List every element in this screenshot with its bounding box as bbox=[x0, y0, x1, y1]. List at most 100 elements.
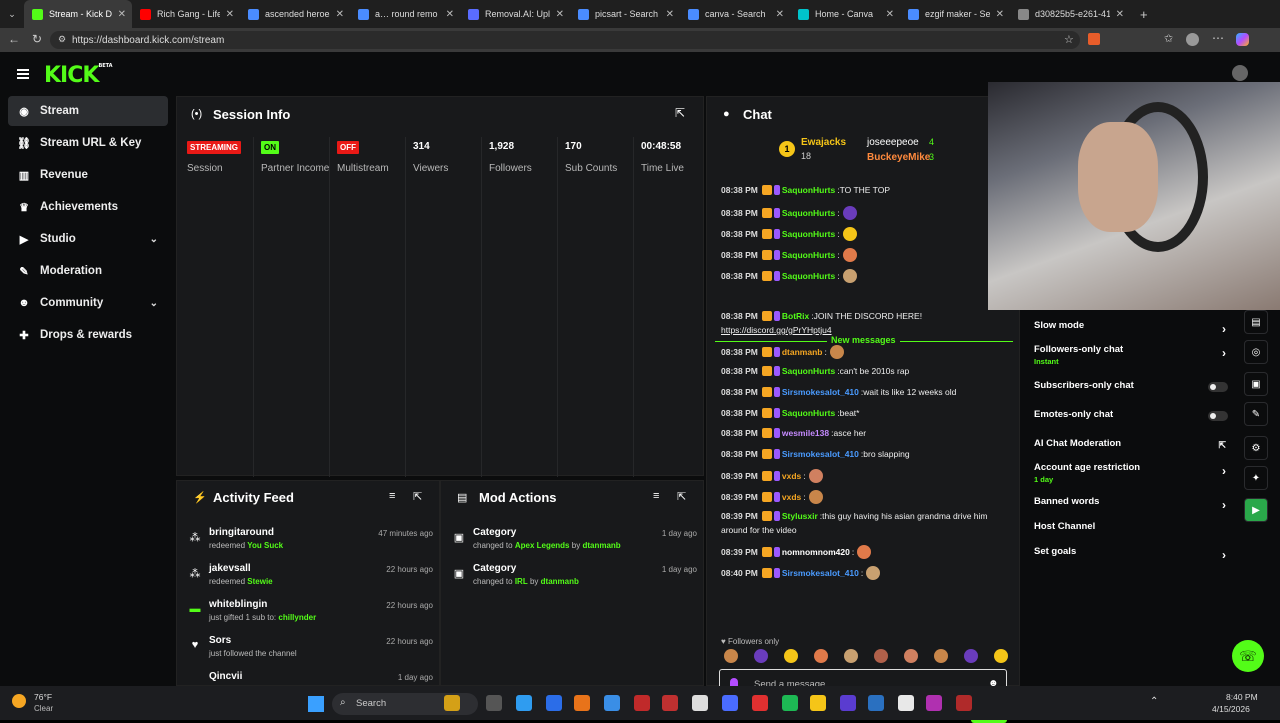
chat-username[interactable]: wesmile138 bbox=[782, 428, 829, 438]
browser-tab[interactable]: ezgif maker - Search ✕ bbox=[900, 0, 1010, 28]
emote-option[interactable] bbox=[904, 649, 918, 663]
browser-tab[interactable]: ascended heroes log ✕ bbox=[240, 0, 350, 28]
chat-setting-subscribers-only-chat[interactable]: Subscribers-only chat bbox=[1034, 380, 1232, 404]
chat-message[interactable]: 08:38 PM SaquonHurts: TO THE TOP bbox=[721, 185, 890, 195]
sidebar-item-stream[interactable]: ◉ Stream bbox=[8, 96, 168, 126]
close-tab-icon[interactable]: ✕ bbox=[886, 9, 894, 20]
activity-user[interactable]: Sors bbox=[209, 635, 231, 646]
emote-option[interactable] bbox=[724, 649, 738, 663]
more-menu-icon[interactable]: ⋯ bbox=[1212, 31, 1224, 45]
close-tab-icon[interactable]: ✕ bbox=[336, 9, 344, 20]
gifter-name[interactable]: BuckeyeMike bbox=[867, 152, 930, 163]
close-tab-icon[interactable]: ✕ bbox=[226, 9, 234, 20]
chat-message[interactable]: 08:40 PM Sirsmokesalot_410: bbox=[721, 566, 881, 580]
moderation-tool-icon[interactable]: ⚙ bbox=[1244, 436, 1268, 460]
sidebar-item-revenue[interactable]: ▥ Revenue bbox=[8, 160, 168, 190]
browser-tab[interactable]: Removal.AI: Upload ✕ bbox=[460, 0, 570, 28]
chat-username[interactable]: SaquonHurts bbox=[782, 250, 835, 260]
chat-username[interactable]: vxds bbox=[782, 492, 801, 502]
toggle-switch[interactable] bbox=[1208, 382, 1228, 392]
chat-setting-ai-chat-moderation[interactable]: AI Chat Moderation ⇱ bbox=[1034, 438, 1232, 462]
clock-time[interactable]: 8:40 PM bbox=[1226, 692, 1258, 702]
chat-username[interactable]: SaquonHurts bbox=[782, 366, 835, 376]
chat-message[interactable]: https://discord.gg/gPrYHptju4 bbox=[721, 325, 832, 335]
emote-option[interactable] bbox=[934, 649, 948, 663]
site-info-icon[interactable]: ⚙ bbox=[58, 34, 66, 45]
profile-avatar-icon[interactable] bbox=[1186, 33, 1199, 46]
chat-username[interactable]: Sirsmokesalot_410 bbox=[782, 449, 859, 459]
taskbar-app-icon[interactable] bbox=[662, 695, 678, 711]
activity-item[interactable]: ♥ Sors just followed the channel 22 hours … bbox=[185, 633, 433, 667]
chat-setting-banned-words[interactable]: Banned words › bbox=[1034, 496, 1232, 520]
activity-user[interactable]: bringitaround bbox=[209, 527, 274, 538]
chat-username[interactable]: nomnomnom420 bbox=[782, 547, 850, 557]
taskbar-app-icon[interactable] bbox=[840, 695, 856, 711]
sidebar-item-stream-url-key[interactable]: ⛓ Stream URL & Key bbox=[8, 128, 168, 158]
sidebar-item-achievements[interactable]: ♛ Achievements bbox=[8, 192, 168, 222]
close-tab-icon[interactable]: ✕ bbox=[996, 9, 1004, 20]
chat-username[interactable]: SaquonHurts bbox=[782, 271, 835, 281]
chat-username[interactable]: vxds bbox=[782, 471, 801, 481]
taskbar-app-icon[interactable] bbox=[898, 695, 914, 711]
emote-option[interactable] bbox=[844, 649, 858, 663]
back-icon[interactable]: ← bbox=[8, 32, 20, 46]
chat-setting-account-age-restriction[interactable]: Account age restriction 1 day › bbox=[1034, 462, 1232, 486]
chat-message[interactable]: 08:38 PM wesmile138: asce her bbox=[721, 428, 866, 438]
taskbar-app-icon[interactable] bbox=[692, 695, 708, 711]
chat-message[interactable]: 08:38 PM SaquonHurts: bbox=[721, 248, 857, 262]
chat-setting-emotes-only-chat[interactable]: Emotes-only chat bbox=[1034, 409, 1232, 433]
new-tab-button[interactable]: + bbox=[1140, 7, 1148, 22]
close-tab-icon[interactable]: ✕ bbox=[776, 9, 784, 20]
emote-option[interactable] bbox=[814, 649, 828, 663]
chat-username[interactable]: Sirsmokesalot_410 bbox=[782, 568, 859, 578]
signal-tool-icon[interactable]: ◎ bbox=[1244, 340, 1268, 364]
taskbar-app-icon[interactable] bbox=[516, 695, 532, 711]
taskbar-app-icon[interactable] bbox=[486, 695, 502, 711]
chat-username[interactable]: BotRix bbox=[782, 311, 809, 321]
chat-setting-slow-mode[interactable]: Slow mode › bbox=[1034, 320, 1232, 344]
sidebar-item-drops-rewards[interactable]: ✚ Drops & rewards bbox=[8, 320, 168, 350]
weather-temp[interactable]: 76°F bbox=[34, 692, 52, 702]
close-tab-icon[interactable]: ✕ bbox=[1116, 9, 1124, 20]
browser-tab[interactable]: Stream - Kick Dashb ✕ bbox=[24, 0, 132, 28]
chat-message[interactable]: 08:38 PM SaquonHurts: bbox=[721, 206, 857, 220]
extension-icon[interactable] bbox=[1088, 33, 1100, 45]
popout-icon[interactable]: ⇱ bbox=[677, 490, 686, 503]
emote-option[interactable] bbox=[754, 649, 768, 663]
close-tab-icon[interactable]: ✕ bbox=[118, 9, 126, 20]
taskbar-app-icon[interactable] bbox=[868, 695, 884, 711]
browser-tab[interactable]: Home - Canva ✕ bbox=[790, 0, 900, 28]
activity-item[interactable]: ▬ whiteblingin just gifted 1 sub to: chill… bbox=[185, 597, 434, 631]
taskbar-app-icon[interactable] bbox=[722, 695, 738, 711]
kick-logo[interactable]: KICKBETA bbox=[44, 63, 113, 88]
taskbar-app-icon[interactable] bbox=[444, 695, 460, 711]
chat-message[interactable]: 08:38 PM SaquonHurts: bbox=[721, 227, 857, 241]
taskbar-app-icon[interactable] bbox=[810, 695, 826, 711]
tab-list-icon[interactable]: ⌄ bbox=[0, 9, 24, 20]
menu-icon[interactable] bbox=[17, 69, 29, 79]
chat-message[interactable]: 08:39 PM nomnomnom420: bbox=[721, 545, 872, 559]
extension-tool-icon[interactable]: ✦ bbox=[1244, 466, 1268, 490]
mod-action-item[interactable]: ▣ Category changed to IRL by dtanmanb 1 day… bbox=[449, 561, 697, 595]
green-tool-icon[interactable]: ▶ bbox=[1244, 498, 1268, 522]
sidebar-item-community[interactable]: ☻ Community ⌄ bbox=[8, 288, 168, 318]
chat-setting-host-channel[interactable]: Host Channel bbox=[1034, 521, 1232, 545]
browser-tab[interactable]: picsart - Search ✕ bbox=[570, 0, 680, 28]
support-chat-button[interactable]: ☏ bbox=[1232, 640, 1264, 672]
popout-icon[interactable]: ⇱ bbox=[413, 490, 422, 503]
sidebar-item-moderation[interactable]: ✎ Moderation bbox=[8, 256, 168, 286]
mod-action-moderator[interactable]: dtanmanb bbox=[582, 541, 620, 550]
taskbar-app-icon[interactable] bbox=[926, 695, 942, 711]
windows-start-icon[interactable] bbox=[308, 696, 324, 712]
emote-option[interactable] bbox=[994, 649, 1008, 663]
chat-username[interactable]: SaquonHurts bbox=[782, 208, 835, 218]
chat-message[interactable]: 08:38 PM Sirsmokesalot_410: wait its like… bbox=[721, 387, 956, 397]
reload-icon[interactable]: ↻ bbox=[32, 32, 42, 46]
chat-message[interactable]: 08:38 PM SaquonHurts: beat* bbox=[721, 408, 859, 418]
chat-message[interactable]: 08:38 PM Sirsmokesalot_410: bro slapping bbox=[721, 449, 910, 459]
activity-user[interactable]: jakevsall bbox=[209, 563, 251, 574]
chat-text[interactable]: https://discord.gg/gPrYHptju4 bbox=[721, 325, 832, 335]
browser-tab[interactable]: a… round remo ✕ bbox=[350, 0, 460, 28]
chat-username[interactable]: Stylusxir bbox=[782, 511, 818, 521]
chat-message[interactable]: 08:38 PM SaquonHurts: bbox=[721, 269, 857, 283]
